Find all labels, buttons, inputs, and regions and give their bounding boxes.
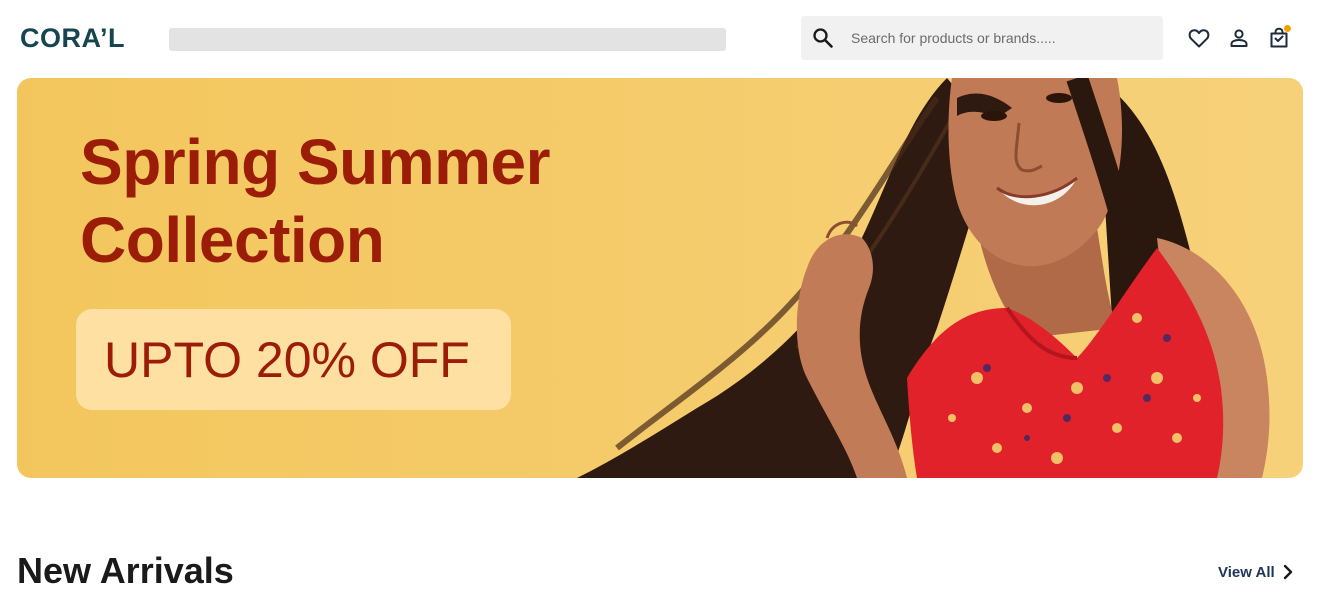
cart-notification-dot (1284, 25, 1291, 32)
brand-logo[interactable]: CORA’L (20, 22, 125, 54)
new-arrivals-heading: New Arrivals (17, 550, 234, 591)
search-input[interactable] (851, 16, 1151, 60)
offer-text: UPTO 20% OFF (104, 332, 470, 388)
banner-title-line-2: Collection (80, 204, 385, 276)
model-photo (577, 78, 1270, 478)
heart-icon[interactable] (1187, 26, 1211, 50)
banner-title-line-1: Spring Summer (80, 126, 551, 198)
hero-banner[interactable]: Spring Summer Collection UPTO 20% OFF (17, 78, 1303, 478)
banner-title: Spring Summer Collection (80, 123, 551, 279)
cart-button[interactable] (1267, 25, 1291, 50)
nav-loading-placeholder (169, 28, 726, 51)
search-icon[interactable] (811, 26, 835, 50)
chevron-right-icon (1283, 564, 1292, 580)
top-header: CORA’L (0, 0, 1323, 76)
person-icon[interactable] (1227, 26, 1251, 50)
view-all-label: View All (1218, 563, 1275, 581)
search-bar[interactable] (801, 16, 1163, 60)
offer-badge: UPTO 20% OFF (76, 309, 511, 410)
view-all-link[interactable]: View All (1218, 560, 1295, 584)
